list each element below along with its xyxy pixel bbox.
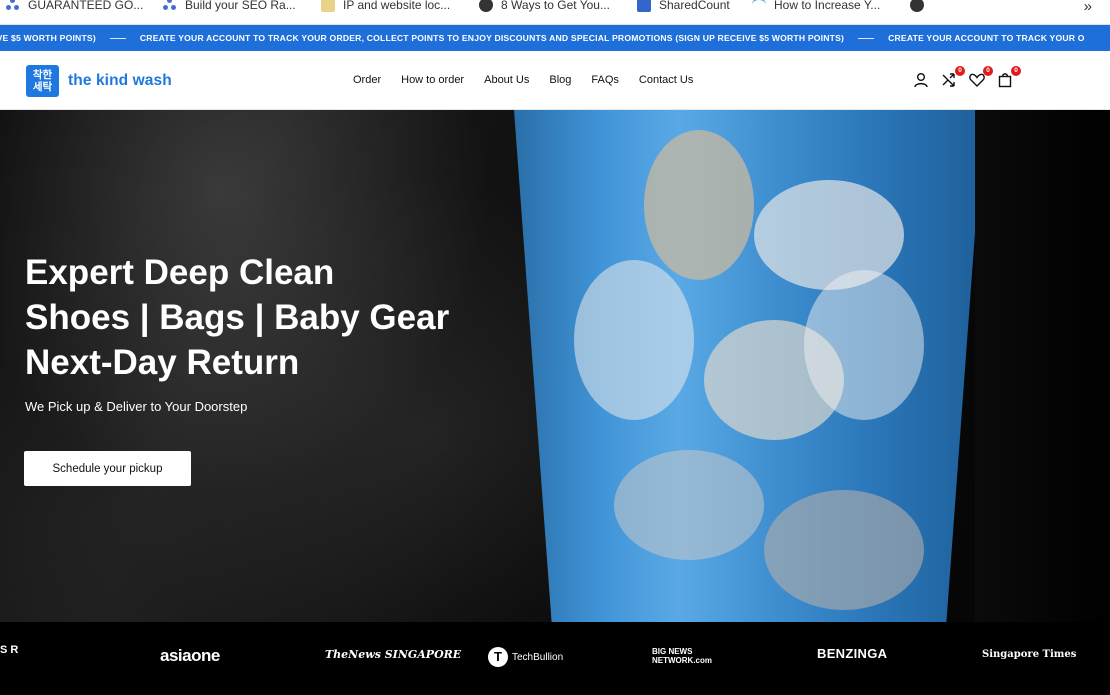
main-nav: Order How to order About Us Blog FAQs Co…	[353, 74, 693, 86]
nav-blog[interactable]: Blog	[549, 74, 571, 86]
techbullion-mark-icon: T	[488, 647, 508, 667]
brand-name: the kind wash	[68, 72, 172, 89]
compare-count-badge: 0	[955, 66, 965, 76]
wishlist-count-badge: 0	[983, 66, 993, 76]
hero-title: Expert Deep Clean Shoes | Bags | Baby Ge…	[25, 250, 449, 385]
bookmark-8ways[interactable]: 8 Ways to Get You...	[479, 0, 610, 14]
hero-title-line: Shoes | Bags | Baby Gear	[25, 298, 450, 337]
wave-icon	[752, 0, 766, 12]
nav-faqs[interactable]: FAQs	[591, 74, 619, 86]
press-logo-benzinga: BENZINGA	[817, 646, 888, 661]
hero-subtitle: We Pick up & Deliver to Your Doorstep	[25, 399, 248, 414]
cart-icon[interactable]: 0	[996, 66, 1021, 89]
globe-icon	[479, 0, 493, 12]
hero-title-line: Next-Day Return	[25, 343, 300, 382]
wishlist-icon[interactable]: 0	[968, 66, 993, 89]
announcement-track: IVE $5 WORTH POINTS) CREATE YOUR ACCOUNT…	[0, 25, 1085, 51]
announcement-bar: IVE $5 WORTH POINTS) CREATE YOUR ACCOUNT…	[0, 25, 1110, 51]
separator	[109, 37, 126, 39]
schedule-pickup-button[interactable]: Schedule your pickup	[24, 451, 191, 486]
press-logos-bar: S R asiaone TheNews SINGAPORE T TechBull…	[0, 622, 1110, 695]
bookmark-label: IP and website loc...	[343, 0, 451, 12]
bookmark-label: SharedCount	[659, 0, 730, 12]
hero-section: Expert Deep Clean Shoes | Bags | Baby Ge…	[0, 110, 1110, 622]
folder-icon	[321, 0, 335, 12]
bookmark-label: GUARANTEED GO...	[28, 0, 144, 12]
press-logo-asiaone: asiaone	[160, 646, 220, 665]
press-logo-bignews: BIG NEWS NETWORK.com	[652, 647, 712, 665]
brand-logo[interactable]: 착한 세탁 the kind wash	[26, 65, 172, 97]
announcement-text: IVE $5 WORTH POINTS)	[0, 33, 96, 43]
header-icons: 0 0 0	[912, 66, 1022, 93]
triad-icon	[163, 0, 177, 12]
nav-how-to-order[interactable]: How to order	[401, 74, 464, 86]
bookmark-ip[interactable]: IP and website loc...	[321, 0, 450, 14]
site-header: 착한 세탁 the kind wash Order How to order A…	[0, 51, 1110, 110]
press-logo-label: TechBullion	[512, 651, 564, 663]
bookmark-seo[interactable]: Build your SEO Ra...	[163, 0, 296, 14]
nav-order[interactable]: Order	[353, 74, 381, 86]
hero-dark-edge	[975, 110, 1110, 622]
account-icon[interactable]	[912, 71, 930, 89]
press-logo-techbullion: T TechBullion	[488, 647, 563, 667]
announcement-text: CREATE YOUR ACCOUNT TO TRACK YOUR ORDER,…	[139, 33, 845, 43]
hero-title-line: Expert Deep Clean	[25, 253, 335, 292]
hero-image-washing-drum	[514, 110, 984, 622]
bookmark-sharedcount[interactable]: SharedCount	[637, 0, 730, 14]
chart-icon	[637, 0, 651, 12]
cart-count-badge: 0	[1011, 66, 1021, 76]
separator	[858, 37, 875, 39]
press-logo-singapore-times: Singapore Times	[982, 649, 1077, 660]
globe-icon	[910, 0, 924, 12]
bookmark-globe[interactable]	[910, 0, 924, 14]
chevron-more-icon[interactable]: »	[1084, 0, 1092, 15]
bookmarks-bar: GUARANTEED GO... Build your SEO Ra... IP…	[0, 0, 1110, 25]
compare-icon[interactable]: 0	[940, 66, 965, 89]
bookmark-label: 8 Ways to Get You...	[501, 0, 610, 12]
bookmark-label: Build your SEO Ra...	[185, 0, 296, 12]
bookmark-increase[interactable]: How to Increase Y...	[752, 0, 880, 14]
logo-mark: 착한 세탁	[26, 65, 59, 97]
nav-about-us[interactable]: About Us	[484, 74, 529, 86]
triad-icon	[6, 0, 20, 12]
bookmark-guaranteed[interactable]: GUARANTEED GO...	[6, 0, 143, 14]
nav-contact-us[interactable]: Contact Us	[639, 74, 693, 86]
announcement-text: CREATE YOUR ACCOUNT TO TRACK YOUR O	[888, 33, 1085, 43]
bookmark-label: How to Increase Y...	[774, 0, 881, 12]
press-logo-partial: S R	[0, 644, 19, 656]
press-logo-thenews: TheNews SINGAPORE	[325, 648, 462, 661]
